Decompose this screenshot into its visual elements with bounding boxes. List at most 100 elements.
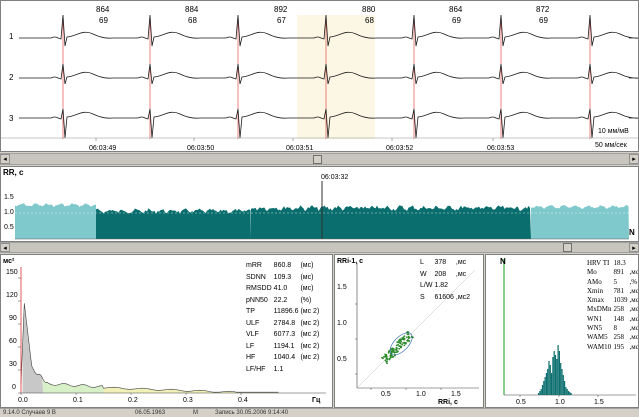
param-unit: ,мс <box>455 259 467 266</box>
param-name: SDNN <box>246 273 266 281</box>
histogram-bar <box>557 345 559 395</box>
param-name: Xmax <box>587 296 605 305</box>
ecg-rr-label: 872 <box>536 5 550 14</box>
spectrum-y-tick: 120 <box>6 292 18 299</box>
param-value: 1.82 <box>434 282 449 289</box>
scatter-point <box>403 341 406 344</box>
ecg-hr-label: 68 <box>188 16 197 25</box>
param-name: WN5 <box>587 324 603 333</box>
scatter-point <box>401 343 403 346</box>
ecg-time-label: 06:03:50 <box>187 145 215 152</box>
lead-label: 3 <box>9 114 14 123</box>
ecg-sensitivity: 10 мм/мВ <box>598 128 629 135</box>
param-unit: ,мс <box>629 305 639 314</box>
scroll-thumb[interactable] <box>313 155 322 164</box>
scroll-thumb[interactable] <box>563 243 572 252</box>
scatter-point <box>398 345 400 347</box>
param-row: RMSDD 41.0 (мс) <box>245 283 320 295</box>
scatter-point <box>393 351 396 353</box>
scatter-point <box>392 347 395 350</box>
param-unit: ,мс <box>629 268 639 277</box>
spectrum-y-tick: 30 <box>9 361 17 368</box>
param-row: Mo 891 ,мс <box>586 268 639 277</box>
histogram-bar <box>540 389 542 395</box>
scatter-point <box>408 336 411 339</box>
histogram-bar <box>567 391 570 395</box>
histogram-bar <box>551 373 553 395</box>
param-row: WAM5 258 ,мс <box>586 333 638 342</box>
histogram-bar <box>544 377 546 395</box>
spectrum-x-tick: 0.0 <box>18 397 28 404</box>
param-row: WN5 8 ,мс <box>586 324 639 333</box>
param-unit <box>455 280 471 292</box>
param-name: TP <box>246 308 255 315</box>
ecg-scrollbar[interactable]: ◂ ▸ <box>0 153 639 165</box>
histogram-bar <box>553 351 555 395</box>
scatter-point <box>396 347 398 350</box>
param-unit <box>299 364 320 376</box>
param-name: L <box>420 259 424 266</box>
param-value: 18.3 <box>613 259 626 267</box>
ecg-hr-label: 68 <box>365 16 374 25</box>
histogram-bar <box>538 393 540 395</box>
scatter-point <box>401 338 403 341</box>
param-unit: ,мс <box>629 286 639 295</box>
scatter-point <box>389 355 392 357</box>
param-value: 378 <box>434 259 447 266</box>
histogram-bar <box>562 375 564 395</box>
param-name: RMSDD <box>246 285 272 292</box>
scatter-point <box>386 358 389 360</box>
param-unit: ,мс <box>629 324 639 333</box>
param-value: 109.3 <box>273 273 292 281</box>
scatter-point <box>384 359 387 362</box>
spectrum-line <box>20 303 279 393</box>
ecg-panel: 864 884 892 880 864 872 69 68 67 68 69 6… <box>0 0 639 152</box>
param-value: 41.0 <box>273 285 288 292</box>
spectrum-x-tick: 0.3 <box>183 397 193 404</box>
histogram-bar <box>558 351 560 395</box>
param-name: WAM10 <box>587 342 612 351</box>
spectrum-y-tick: 60 <box>9 338 17 345</box>
histogram-bar <box>548 361 550 395</box>
ecg-speed: 50 мм/сек <box>595 142 627 149</box>
histogram-bar <box>556 359 558 395</box>
param-name: L/W <box>420 282 433 289</box>
spectrum-x-tick: 0.1 <box>73 397 83 404</box>
param-unit: ,мс2 <box>455 293 471 301</box>
param-row: HRV TI 18.3 <box>586 259 638 268</box>
scroll-right-button[interactable]: ▸ <box>629 243 639 252</box>
param-name: mRR <box>246 262 262 269</box>
param-value: 6077.3 <box>273 331 296 338</box>
scatter-params-table: L 378 ,мс W 208 ,мс L/W 1.82 S 61606 ,мс2 <box>419 257 471 303</box>
param-unit <box>629 259 638 268</box>
param-unit: (мс 2) <box>300 354 320 361</box>
param-row: SDNN 109.3 (мс) <box>245 272 320 284</box>
scatter-x-tick: 0.5 <box>381 391 391 398</box>
scatter-point <box>394 349 396 351</box>
param-name: Mo <box>587 268 597 277</box>
spectrum-x-tick: 0.2 <box>128 397 138 404</box>
hist-x-tick: 1.0 <box>555 399 565 406</box>
param-row: MxDMn 258 ,мс <box>586 305 639 314</box>
scroll-left-button[interactable]: ◂ <box>0 154 10 164</box>
param-value: 1039 <box>613 296 628 305</box>
param-value: 1040.4 <box>273 354 296 361</box>
param-unit: ,мс <box>629 314 639 323</box>
param-unit: (мс) <box>300 273 314 281</box>
param-unit: ,мс <box>629 296 639 305</box>
histogram-bar <box>552 357 554 395</box>
spectrum-y-title: мс² <box>3 258 15 265</box>
rhythmogram-scrollbar[interactable]: ◂ ▸ <box>0 242 639 253</box>
scatter-point <box>381 356 383 359</box>
scatter-point <box>402 342 404 344</box>
scroll-left-button[interactable]: ◂ <box>0 243 10 252</box>
param-unit: ,% <box>629 277 638 286</box>
scroll-right-button[interactable]: ▸ <box>629 154 639 164</box>
param-name: W <box>420 270 427 278</box>
param-unit: (%) <box>300 296 312 304</box>
scatter-point <box>402 338 405 341</box>
param-unit: (мс 2) <box>300 342 320 350</box>
spectrum-y-tick: 90 <box>9 315 17 322</box>
scatter-y-tick: 0.5 <box>337 356 347 363</box>
ecg-hr-label: 69 <box>99 16 108 25</box>
